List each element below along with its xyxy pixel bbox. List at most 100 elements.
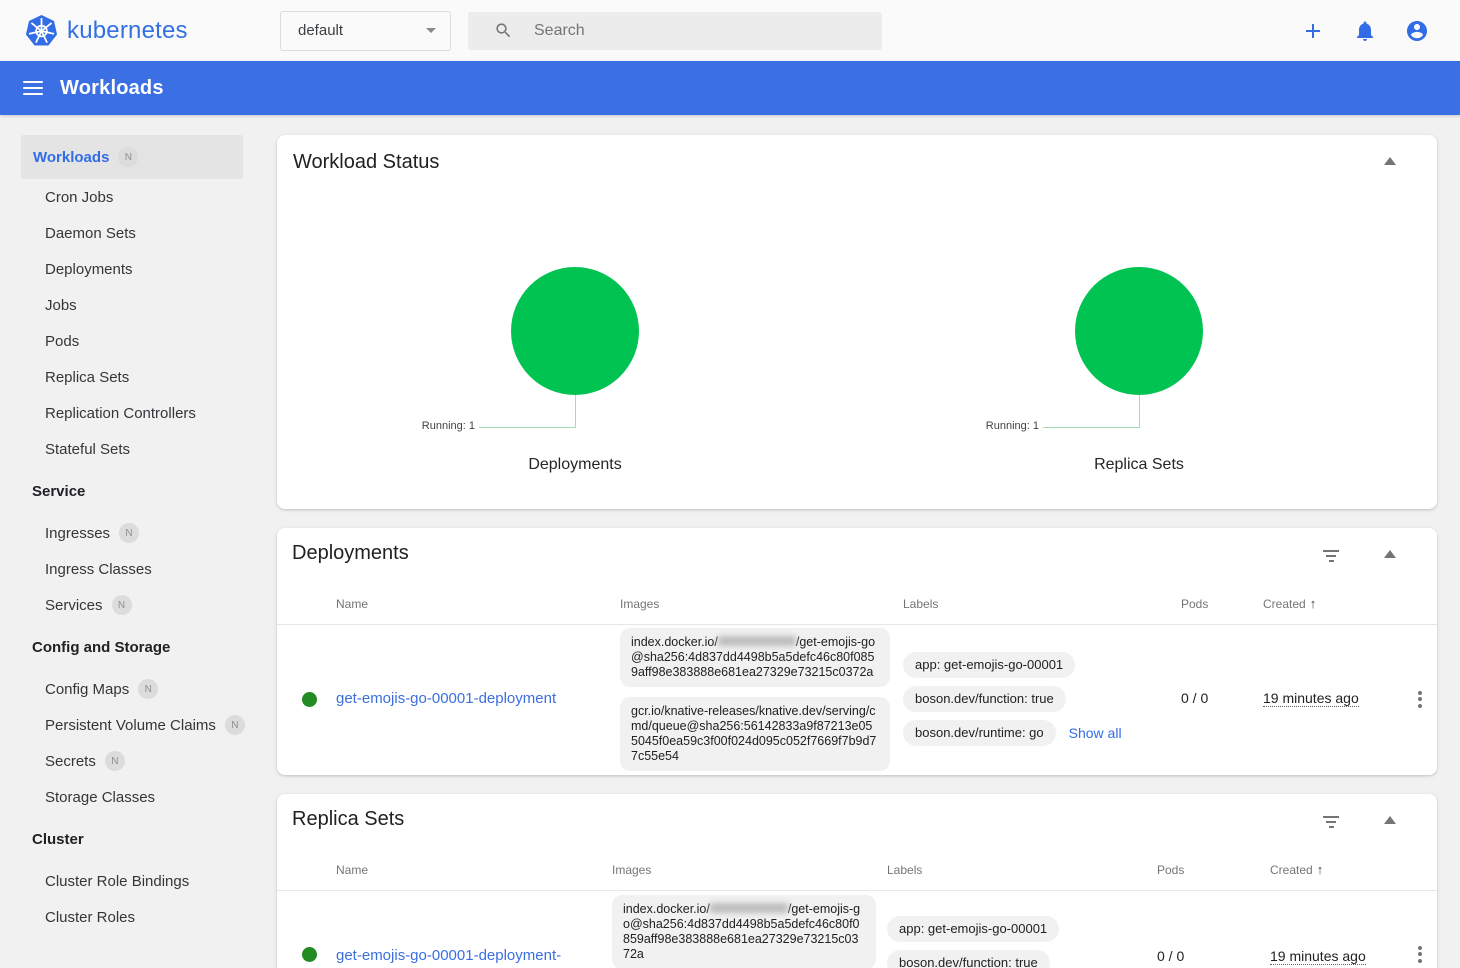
sort-ascending-icon: ↑ [1317, 862, 1324, 877]
new-badge: N [118, 147, 138, 167]
menu-hamburger-icon[interactable] [23, 77, 43, 99]
row-menu-kebab-icon[interactable] [1411, 942, 1429, 966]
sidebar-item-jobs[interactable]: Jobs [0, 287, 257, 323]
label-chip: boson.dev/runtime: go [903, 720, 1056, 746]
chart-caption: Deployments [293, 456, 857, 474]
topbar-actions [1301, 19, 1460, 43]
new-badge: N [105, 751, 125, 771]
sidebar-item-persistent-volume-claims[interactable]: Persistent Volume Claims N [0, 707, 257, 743]
sidebar-item-cluster-roles[interactable]: Cluster Roles [0, 899, 257, 935]
top-bar: kubernetes default [0, 0, 1460, 61]
sidebar-item-daemon-sets[interactable]: Daemon Sets [0, 215, 257, 251]
created-timestamp: 19 minutes ago [1263, 690, 1359, 707]
search-input[interactable] [534, 22, 834, 40]
labels-cell: app: get-emojis-go-00001 boson.dev/funct… [887, 916, 1157, 968]
card-title: Workload Status [293, 151, 1421, 174]
status-running-icon [302, 947, 317, 962]
row-menu-kebab-icon[interactable] [1411, 687, 1429, 711]
status-running-icon [302, 692, 317, 707]
sidebar-section-config-and-storage: Config and Storage [0, 629, 257, 665]
sidebar-item-replication-controllers[interactable]: Replication Controllers [0, 395, 257, 431]
sidebar-section-cluster: Cluster [0, 821, 257, 857]
sidebar-item-secrets[interactable]: Secrets N [0, 743, 257, 779]
account-user-icon[interactable] [1405, 19, 1429, 43]
column-header-name[interactable]: Name [336, 863, 612, 877]
filter-list-icon[interactable] [1322, 550, 1340, 564]
card-title: Replica Sets [292, 808, 1437, 831]
column-header-created[interactable]: Created↑ [1263, 596, 1400, 611]
chevron-down-icon [426, 28, 436, 33]
images-cell: index.docker.io//get-emojis-go@sha256:4d… [612, 895, 887, 968]
redacted-registry-user [718, 636, 796, 646]
pie-callout-label: Running: 1 [986, 420, 1039, 432]
column-header-pods: Pods [1181, 597, 1263, 611]
label-chip: app: get-emojis-go-00001 [903, 652, 1075, 678]
sidebar-item-stateful-sets[interactable]: Stateful Sets [0, 431, 257, 467]
sidebar-item-pods[interactable]: Pods [0, 323, 257, 359]
image-chip: index.docker.io//get-emojis-go@sha256:4d… [620, 628, 890, 687]
sidebar-item-ingress-classes[interactable]: Ingress Classes [0, 551, 257, 587]
sidebar-item-deployments[interactable]: Deployments [0, 251, 257, 287]
redacted-registry-user [710, 903, 788, 913]
callout-line [479, 427, 575, 428]
namespace-selected-value: default [298, 22, 426, 39]
labels-cell: app: get-emojis-go-00001 boson.dev/funct… [903, 652, 1181, 746]
kubernetes-logo-icon [25, 14, 58, 47]
sidebar-item-services[interactable]: Services N [0, 587, 257, 623]
table-header-row: Name Images Labels Pods Created↑ [277, 583, 1437, 625]
deployments-pie-chart: Running: 1 Deployments [293, 184, 857, 491]
page-title: Workloads [60, 77, 164, 100]
namespace-selector[interactable]: default [280, 11, 451, 51]
sidebar-item-replica-sets[interactable]: Replica Sets [0, 359, 257, 395]
sidebar-item-workloads[interactable]: Workloads N [21, 135, 243, 179]
sidebar-item-ingresses[interactable]: Ingresses N [0, 515, 257, 551]
new-badge: N [112, 595, 132, 615]
column-header-created[interactable]: Created↑ [1270, 862, 1400, 877]
search-icon [494, 21, 513, 40]
sidebar-item-cluster-role-bindings[interactable]: Cluster Role Bindings [0, 863, 257, 899]
notifications-bell-icon[interactable] [1353, 19, 1377, 43]
table-row: get-emojis-go-00001-deployment index.doc… [277, 625, 1437, 775]
pods-count: 0 / 0 [1157, 948, 1184, 964]
image-chip: index.docker.io//get-emojis-go@sha256:4d… [612, 895, 876, 968]
created-timestamp: 19 minutes ago [1270, 948, 1366, 965]
new-badge: N [138, 679, 158, 699]
column-header-pods: Pods [1157, 863, 1270, 877]
workload-status-card: Workload Status Running: 1 Deployments [277, 135, 1437, 509]
callout-line [575, 395, 576, 428]
pods-count: 0 / 0 [1181, 690, 1208, 706]
column-header-images: Images [620, 597, 903, 611]
search-bar[interactable] [468, 12, 882, 50]
filter-list-icon[interactable] [1322, 816, 1340, 830]
column-header-labels: Labels [887, 863, 1157, 877]
images-cell: index.docker.io//get-emojis-go@sha256:4d… [620, 628, 903, 771]
main-content: Workload Status Running: 1 Deployments [257, 115, 1460, 968]
pie-callout-label: Running: 1 [422, 420, 475, 432]
new-badge: N [119, 523, 139, 543]
show-all-link[interactable]: Show all [1069, 725, 1122, 741]
label-chip: boson.dev/function: true [887, 950, 1050, 968]
image-chip: gcr.io/knative-releases/knative.dev/serv… [620, 697, 890, 771]
replica-set-name-link[interactable]: get-emojis-go-00001-deployment- [336, 947, 561, 964]
kubernetes-logo[interactable]: kubernetes [0, 14, 280, 47]
collapse-card-icon[interactable] [1383, 815, 1397, 825]
sidebar-item-storage-classes[interactable]: Storage Classes [0, 779, 257, 815]
create-plus-icon[interactable] [1301, 19, 1325, 43]
deployments-card: Deployments Name Images Labels Pods Crea… [277, 528, 1437, 775]
sidebar-nav: Workloads N Cron Jobs Daemon Sets Deploy… [0, 115, 257, 968]
new-badge: N [225, 715, 245, 735]
callout-line [1139, 395, 1140, 428]
chart-caption: Replica Sets [857, 456, 1421, 474]
replica-sets-card: Replica Sets Name Images Labels Pods Cre… [277, 794, 1437, 968]
column-header-name[interactable]: Name [336, 597, 620, 611]
label-chip: boson.dev/function: true [903, 686, 1066, 712]
collapse-card-icon[interactable] [1383, 156, 1397, 166]
collapse-card-icon[interactable] [1383, 549, 1397, 559]
sidebar-item-cron-jobs[interactable]: Cron Jobs [0, 179, 257, 215]
app-bar: Workloads [0, 61, 1460, 115]
table-header-row: Name Images Labels Pods Created↑ [277, 849, 1437, 891]
sidebar-item-config-maps[interactable]: Config Maps N [0, 671, 257, 707]
deployment-name-link[interactable]: get-emojis-go-00001-deployment [336, 690, 556, 707]
column-header-labels: Labels [903, 597, 1181, 611]
pie-running-slice [511, 267, 639, 395]
